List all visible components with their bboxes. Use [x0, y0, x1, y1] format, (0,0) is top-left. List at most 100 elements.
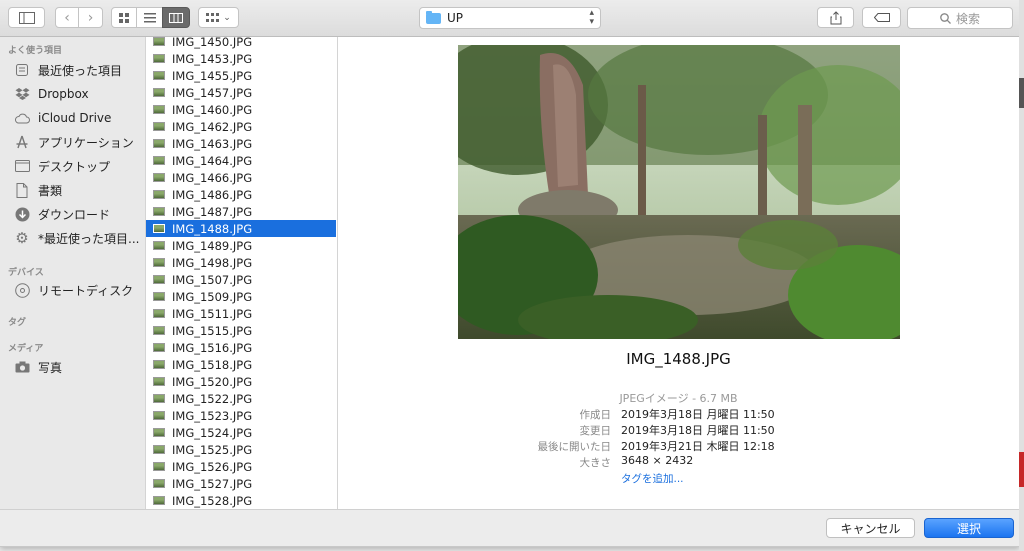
file-row[interactable]: IMG_1507.JPG — [146, 271, 336, 288]
file-row[interactable]: IMG_1524.JPG — [146, 424, 336, 441]
sidebar-item-smart-recents[interactable]: ⚙ *最近使った項目... — [14, 228, 144, 248]
file-name: IMG_1462.JPG — [172, 119, 253, 134]
file-row[interactable]: IMG_1453.JPG — [146, 50, 336, 67]
path-popup[interactable]: UP ▴ ▾ — [419, 7, 601, 29]
forward-button[interactable]: › — [78, 7, 103, 28]
file-row[interactable]: IMG_1522.JPG — [146, 390, 336, 407]
sidebar-item-dropbox[interactable]: Dropbox — [14, 84, 144, 104]
sidebar-toggle-button[interactable] — [8, 7, 45, 28]
updown-chevron-icon: ▴ ▾ — [589, 8, 594, 27]
file-row[interactable]: IMG_1489.JPG — [146, 237, 336, 254]
icon-view-button[interactable] — [111, 7, 137, 28]
meta-value-dimensions: 3648 × 2432 — [621, 454, 694, 467]
file-name: IMG_1457.JPG — [172, 85, 253, 100]
applications-icon — [14, 134, 30, 150]
search-input[interactable]: 検索 — [907, 7, 1013, 29]
file-row[interactable]: IMG_1525.JPG — [146, 441, 336, 458]
file-row[interactable]: IMG_1466.JPG — [146, 169, 336, 186]
file-name: IMG_1450.JPG — [172, 37, 253, 49]
image-thumbnail-icon — [153, 326, 165, 335]
file-name: IMG_1526.JPG — [172, 459, 253, 474]
group-icon — [206, 12, 220, 22]
cancel-button[interactable]: キャンセル — [826, 518, 915, 538]
file-row[interactable]: IMG_1516.JPG — [146, 339, 336, 356]
file-row[interactable]: IMG_1464.JPG — [146, 152, 336, 169]
file-name: IMG_1525.JPG — [172, 442, 253, 457]
camera-icon — [14, 359, 30, 375]
tag-icon — [873, 13, 890, 22]
file-row[interactable]: IMG_1462.JPG — [146, 118, 336, 135]
file-name: IMG_1507.JPG — [172, 272, 253, 287]
grid-icon — [119, 12, 129, 23]
file-row[interactable]: IMG_1523.JPG — [146, 407, 336, 424]
bottom-bar: キャンセル 選択 — [0, 509, 1019, 546]
sidebar-item-icloud[interactable]: iCloud Drive — [14, 108, 144, 128]
file-name: IMG_1455.JPG — [172, 68, 253, 83]
image-thumbnail-icon — [153, 71, 165, 80]
file-row[interactable]: IMG_1457.JPG — [146, 84, 336, 101]
search-placeholder: 検索 — [956, 11, 981, 26]
sidebar-item-downloads[interactable]: ダウンロード — [14, 204, 144, 224]
file-row[interactable]: IMG_1487.JPG — [146, 203, 336, 220]
image-thumbnail-icon — [153, 292, 165, 301]
sidebar-item-label: 書類 — [38, 183, 63, 198]
file-row[interactable]: IMG_1450.JPG — [146, 37, 336, 50]
image-thumbnail-icon — [153, 275, 165, 284]
disc-icon — [14, 282, 30, 298]
file-name: IMG_1489.JPG — [172, 238, 253, 253]
sidebar-item-label: 写真 — [38, 360, 63, 375]
sidebar-item-remote-disc[interactable]: リモートディスク — [14, 280, 144, 300]
gear-icon: ⚙ — [15, 229, 29, 247]
meta-label-created: 作成日 — [579, 409, 612, 421]
file-row[interactable]: IMG_1515.JPG — [146, 322, 336, 339]
sidebar-item-label: リモートディスク — [38, 283, 134, 298]
sidebar-item-label: アプリケーション — [38, 135, 134, 150]
file-row[interactable]: IMG_1463.JPG — [146, 135, 336, 152]
file-row[interactable]: IMG_1498.JPG — [146, 254, 336, 271]
image-thumbnail-icon — [153, 462, 165, 471]
file-row[interactable]: IMG_1460.JPG — [146, 101, 336, 118]
path-popup-label: UP — [447, 11, 464, 25]
preview-kind: JPEGイメージ - 6.7 MB — [619, 392, 738, 405]
file-row[interactable]: IMG_1455.JPG — [146, 67, 336, 84]
select-button[interactable]: 選択 — [924, 518, 1014, 538]
file-row[interactable]: IMG_1518.JPG — [146, 356, 336, 373]
file-row[interactable]: IMG_1488.JPG — [146, 220, 336, 237]
file-row[interactable]: IMG_1527.JPG — [146, 475, 336, 492]
sidebar-item-recents[interactable]: 最近使った項目 — [14, 60, 144, 80]
file-row[interactable]: IMG_1520.JPG — [146, 373, 336, 390]
recents-icon — [14, 62, 30, 78]
sidebar-item-applications[interactable]: アプリケーション — [14, 132, 144, 152]
file-name: IMG_1488.JPG — [172, 221, 253, 236]
sidebar-item-desktop[interactable]: デスクトップ — [14, 156, 144, 176]
file-row[interactable]: IMG_1486.JPG — [146, 186, 336, 203]
group-button[interactable]: ⌄ — [198, 7, 239, 28]
file-name: IMG_1460.JPG — [172, 102, 253, 117]
file-row[interactable]: IMG_1528.JPG — [146, 492, 336, 509]
column-view-button[interactable] — [162, 7, 190, 28]
file-name: IMG_1520.JPG — [172, 374, 253, 389]
sidebar-item-documents[interactable]: 書類 — [14, 180, 144, 200]
file-name: IMG_1511.JPG — [172, 306, 253, 321]
image-thumbnail-icon — [153, 190, 165, 199]
add-tag-link[interactable]: タグを追加... — [621, 471, 684, 486]
back-button[interactable]: ‹ — [55, 7, 79, 28]
file-row[interactable]: IMG_1511.JPG — [146, 305, 336, 322]
tag-button[interactable] — [862, 7, 901, 28]
image-thumbnail-icon — [153, 173, 165, 182]
dropbox-icon — [14, 86, 30, 102]
file-name: IMG_1464.JPG — [172, 153, 253, 168]
image-thumbnail-icon — [153, 88, 165, 97]
meta-value-modified: 2019年3月18日 月曜日 11:50 — [621, 424, 775, 437]
sidebar-item-photos[interactable]: 写真 — [14, 357, 144, 377]
cloud-icon — [14, 110, 30, 126]
image-thumbnail-icon — [153, 360, 165, 369]
share-button[interactable] — [817, 7, 854, 28]
list-view-button[interactable] — [136, 7, 163, 28]
file-row[interactable]: IMG_1526.JPG — [146, 458, 336, 475]
file-row[interactable]: IMG_1509.JPG — [146, 288, 336, 305]
file-name: IMG_1518.JPG — [172, 357, 253, 372]
meta-value-last-opened: 2019年3月21日 木曜日 12:18 — [621, 440, 775, 453]
sidebar-item-label: *最近使った項目... — [38, 231, 140, 246]
share-icon — [830, 10, 841, 24]
